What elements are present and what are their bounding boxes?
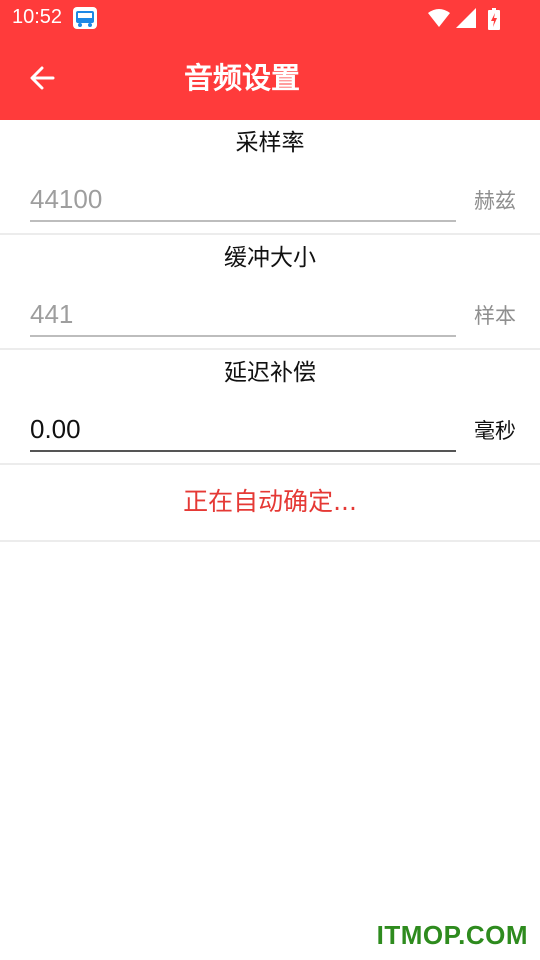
app-bar: 音频设置 — [0, 36, 540, 120]
latency-unit: 毫秒 — [474, 419, 516, 443]
signal-icon — [456, 8, 476, 28]
status-time: 10:52 — [12, 6, 63, 28]
status-bar: 10:52 — [0, 0, 540, 36]
buffer-size-unit: 样本 — [474, 304, 516, 328]
buffer-size-section: 缓冲大小 441 样本 — [0, 235, 540, 350]
latency-input[interactable]: 0.00 — [30, 412, 456, 452]
auto-detect-text: 正在自动确定... — [183, 487, 357, 516]
buffer-size-input[interactable]: 441 — [30, 297, 456, 337]
watermark: ITMOP.COM — [376, 920, 528, 950]
buffer-size-label: 缓冲大小 — [224, 245, 316, 271]
latency-section: 延迟补偿 0.00 毫秒 — [0, 350, 540, 465]
wifi-icon — [428, 9, 450, 27]
sample-rate-unit: 赫兹 — [474, 189, 516, 213]
notification-app-icon — [73, 7, 97, 29]
latency-label: 延迟补偿 — [224, 360, 316, 386]
page-title: 音频设置 — [183, 61, 300, 95]
auto-detect-row[interactable]: 正在自动确定... — [0, 465, 540, 542]
sample-rate-label: 采样率 — [235, 130, 305, 156]
battery-icon — [488, 8, 500, 30]
sample-rate-section: 采样率 44100 赫兹 — [0, 120, 540, 235]
sample-rate-input[interactable]: 44100 — [30, 182, 456, 222]
